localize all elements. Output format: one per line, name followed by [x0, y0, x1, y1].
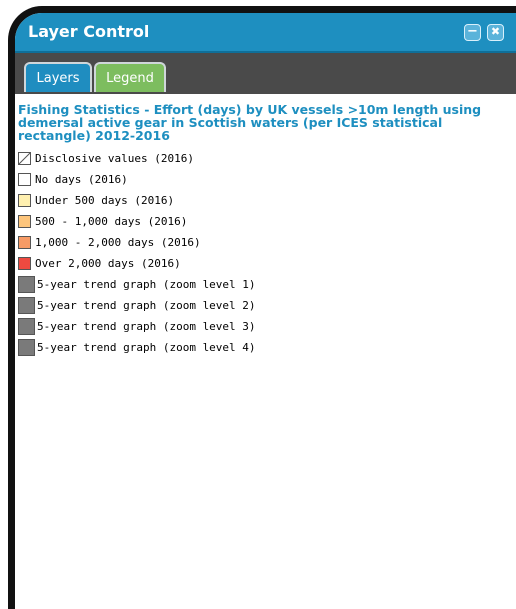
close-button[interactable]: ✖ — [487, 24, 504, 41]
legend-item-label: Disclosive values (2016) — [35, 152, 194, 165]
legend-item-label: No days (2016) — [35, 173, 128, 186]
tab-bar: Layers Legend — [15, 53, 516, 94]
legend-item-label: 5-year trend graph (zoom level 1) — [37, 278, 256, 291]
legend-item-label: Under 500 days (2016) — [35, 194, 175, 207]
color-swatch-icon — [18, 194, 31, 207]
color-swatch-icon — [18, 257, 31, 270]
layer-control-panel: Layer Control − ✖ Layers Legend Fishing … — [8, 6, 516, 609]
title-bar[interactable]: Layer Control − ✖ — [15, 13, 516, 53]
legend-item-label: Over 2,000 days (2016) — [35, 257, 181, 270]
trend-graph-swatch-icon — [18, 339, 35, 356]
trend-graph-swatch-icon — [18, 318, 35, 335]
legend-panel: Fishing Statistics - Effort (days) by UK… — [15, 94, 516, 609]
legend-item-label: 5-year trend graph (zoom level 4) — [37, 341, 256, 354]
legend-item-label: 5-year trend graph (zoom level 3) — [37, 320, 256, 333]
tab-legend[interactable]: Legend — [94, 62, 166, 92]
legend-item-label: 1,000 - 2,000 days (2016) — [35, 236, 201, 249]
color-swatch-icon — [18, 236, 31, 249]
tab-layers[interactable]: Layers — [24, 62, 92, 92]
window-title: Layer Control — [28, 22, 150, 41]
close-icon: ✖ — [490, 25, 501, 38]
color-swatch-icon — [18, 215, 31, 228]
hatched-swatch-icon — [18, 152, 31, 165]
minimize-icon: − — [467, 24, 478, 39]
minimize-button[interactable]: − — [464, 24, 481, 41]
trend-graph-swatch-icon — [18, 276, 35, 293]
color-swatch-icon — [18, 173, 31, 186]
trend-graph-swatch-icon — [18, 297, 35, 314]
legend-item-label: 500 - 1,000 days (2016) — [35, 215, 188, 228]
legend-item-label: 5-year trend graph (zoom level 2) — [37, 299, 256, 312]
legend-title: Fishing Statistics - Effort (days) by UK… — [18, 102, 482, 143]
